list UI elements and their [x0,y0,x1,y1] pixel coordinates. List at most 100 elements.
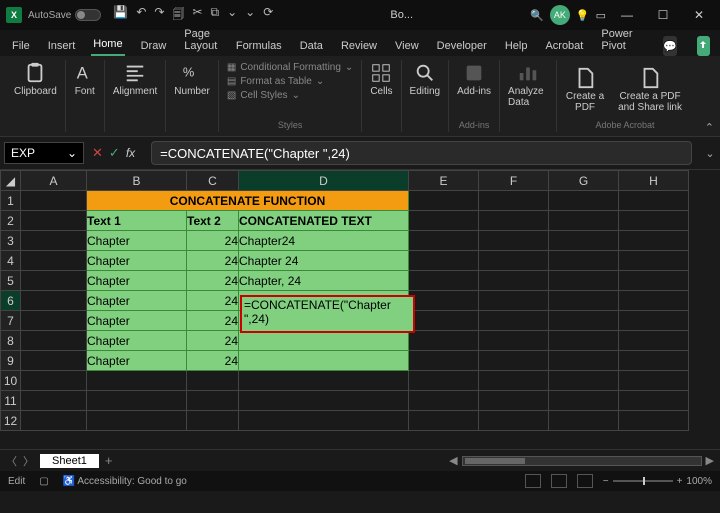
cell[interactable]: CONCATENATED TEXT [239,211,409,231]
refresh-icon[interactable]: ⟳ [263,5,273,26]
cell[interactable]: Chapter [87,311,187,331]
font-button[interactable]: AFont [74,62,96,97]
addins-button[interactable]: Add-ins [457,62,491,97]
cell[interactable]: Text 2 [187,211,239,231]
cells-button[interactable]: Cells [370,62,392,97]
tab-home[interactable]: Home [91,34,124,56]
cell[interactable]: Chapter, 24 [239,271,409,291]
row-header[interactable]: 1 [1,191,21,211]
tab-formulas[interactable]: Formulas [234,36,284,56]
sheet-tab[interactable]: Sheet1 [40,454,99,468]
create-pdf-share-button[interactable]: Create a PDF and Share link [615,67,685,113]
tab-data[interactable]: Data [298,36,325,56]
cell[interactable]: Chapter [87,351,187,371]
col-header-e[interactable]: E [409,171,479,191]
new-icon[interactable]: 🗐 [172,5,184,26]
cell[interactable] [239,351,409,371]
page-break-view-button[interactable] [577,474,593,488]
tab-draw[interactable]: Draw [139,36,169,56]
cell[interactable] [239,331,409,351]
stats-icon[interactable]: ▢ [39,476,48,487]
save-icon[interactable]: 💾 [113,5,128,26]
tab-file[interactable]: File [10,36,32,56]
cell[interactable]: Chapter [87,331,187,351]
cell[interactable]: 24 [187,251,239,271]
tab-power-pivot[interactable]: Power Pivot [599,24,635,56]
cell[interactable]: Chapter [87,271,187,291]
redo-icon[interactable]: ↷ [154,5,164,26]
cell[interactable]: 24 [187,291,239,311]
scroll-right-icon[interactable]: ▶ [706,454,714,467]
expand-formula-bar-icon[interactable]: ⌄ [700,147,720,160]
zoom-in-icon[interactable]: + [677,476,683,487]
col-header-d[interactable]: D [239,171,409,191]
cell[interactable]: Chapter [87,251,187,271]
page-layout-view-button[interactable] [551,474,567,488]
tab-help[interactable]: Help [503,36,530,56]
lightbulb-icon[interactable]: 💡 [576,9,590,22]
cut-icon[interactable]: ✂ [192,5,202,26]
zoom-out-icon[interactable]: − [603,476,609,487]
search-icon[interactable]: 🔍 [530,9,544,22]
copy-icon[interactable]: ⧉ [211,5,220,26]
horizontal-scrollbar[interactable] [462,456,702,466]
accessibility-status[interactable]: ♿ Accessibility: Good to go [63,476,187,487]
alignment-button[interactable]: Alignment [113,62,157,97]
sheet-nav-prev-icon[interactable]: 〈 [6,453,17,469]
paste-dropdown-icon[interactable]: ⌄ [227,5,237,26]
cell[interactable]: CONCATENATE FUNCTION [87,191,409,211]
cell-styles-button[interactable]: ▧ Cell Styles ⌄ [227,90,353,101]
col-header-g[interactable]: G [549,171,619,191]
cell[interactable]: 24 [187,231,239,251]
zoom-slider[interactable] [613,480,673,482]
cell[interactable]: 24 [187,311,239,331]
ribbon-options-icon[interactable]: ▭ [596,9,606,22]
worksheet-area[interactable]: ◢ A B C D E F G H 1CONCATENATE FUNCTION … [0,170,720,449]
cell-edit-overlay[interactable]: =CONCATENATE("Chapter ",24) [240,295,415,333]
maximize-button[interactable]: ☐ [648,3,678,27]
fx-icon[interactable]: fx [126,146,135,160]
col-header-c[interactable]: C [187,171,239,191]
col-header-f[interactable]: F [479,171,549,191]
editing-button[interactable]: Editing [410,62,441,97]
cell[interactable]: Chapter24 [239,231,409,251]
cell[interactable]: Text 1 [87,211,187,231]
create-pdf-button[interactable]: Create a PDF [565,67,605,113]
tab-insert[interactable]: Insert [46,36,78,56]
chevron-down-icon[interactable]: ⌄ [67,146,77,160]
add-sheet-button[interactable]: + [105,453,113,468]
cell[interactable]: Chapter [87,291,187,311]
name-box[interactable]: EXP⌄ [4,142,84,164]
cancel-formula-icon[interactable]: ✕ [92,145,103,161]
tab-acrobat[interactable]: Acrobat [543,36,585,56]
cell[interactable]: Chapter [87,231,187,251]
tab-page-layout[interactable]: Page Layout [182,24,220,56]
clipboard-button[interactable]: Clipboard [14,62,57,97]
analyze-button[interactable]: Analyze Data [508,62,548,108]
col-header-b[interactable]: B [87,171,187,191]
cell[interactable]: 24 [187,351,239,371]
sort-dropdown-icon[interactable]: ⌄ [245,5,255,26]
toggle-off-icon[interactable] [75,9,101,21]
formula-input[interactable] [151,141,692,165]
undo-icon[interactable]: ↶ [136,5,146,26]
sheet-nav-next-icon[interactable]: 〉 [23,453,34,469]
conditional-formatting-button[interactable]: ▦ Conditional Formatting ⌄ [227,62,353,73]
collapse-ribbon-icon[interactable]: ⌃ [705,121,714,134]
autosave-toggle[interactable]: AutoSave [28,9,101,21]
comments-button[interactable]: 💬 [663,36,677,56]
zoom-level[interactable]: 100% [686,476,712,487]
tab-review[interactable]: Review [339,36,379,56]
select-all-corner[interactable]: ◢ [1,171,21,191]
number-button[interactable]: %Number [174,62,210,97]
cell[interactable]: 24 [187,271,239,291]
close-button[interactable]: ✕ [684,3,714,27]
col-header-a[interactable]: A [21,171,87,191]
user-avatar[interactable]: AK [550,5,570,25]
cell[interactable] [21,191,87,211]
row-header[interactable]: 2 [1,211,21,231]
format-as-table-button[interactable]: ▤ Format as Table ⌄ [227,76,353,87]
cell[interactable]: 24 [187,331,239,351]
zoom-control[interactable]: − + 100% [603,476,712,487]
cell[interactable]: Chapter 24 [239,251,409,271]
